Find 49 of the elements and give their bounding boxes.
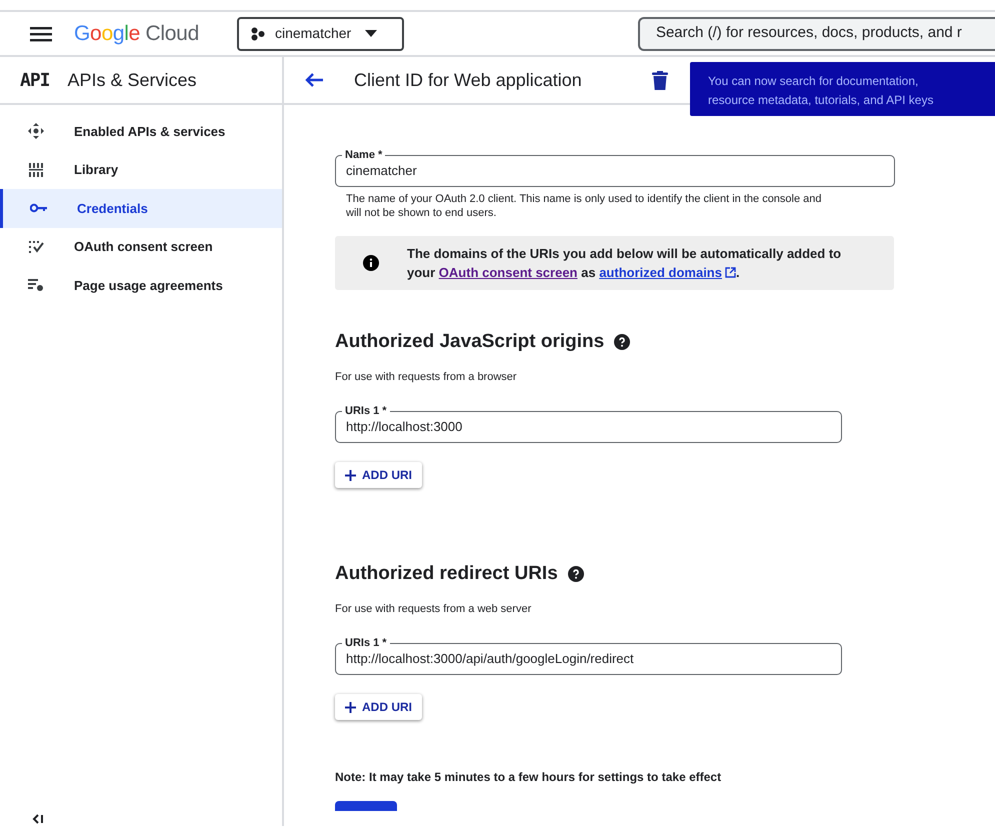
- sidebar-item[interactable]: Credentials: [0, 189, 282, 228]
- page-title: Client ID for Web application: [354, 68, 582, 92]
- field-value: http://localhost:3000: [346, 418, 464, 436]
- link[interactable]: OAuth consent screen: [438, 265, 578, 280]
- collapse-icon[interactable]: [32, 814, 44, 824]
- plus-icon: [345, 702, 356, 712]
- field-label: URIs 1 *: [344, 404, 388, 418]
- delete-icon[interactable]: [652, 70, 668, 90]
- sidebar-item[interactable]: Page usage agreements: [0, 266, 282, 304]
- field-value: cinematcher: [346, 162, 418, 180]
- field-label: Name *: [344, 148, 384, 162]
- external-link-icon: [724, 267, 736, 278]
- sidebar-item[interactable]: Library: [0, 150, 282, 189]
- info-text: The domains of the URIs you add below will be automatically added to your OAuth consent screen as authorized domains .: [407, 245, 842, 282]
- library-icon: [28, 162, 44, 178]
- project-picker[interactable]: cinematcher: [236, 16, 404, 50]
- note-text: Note: It may take 5 minutes to a few hours for settings to take effect: [335, 769, 722, 786]
- section-title: Authorized redirect URIs: [335, 562, 558, 586]
- section-subtitle: For use with requests from a web server: [335, 602, 532, 616]
- section-title: Authorized JavaScript origins: [335, 330, 604, 354]
- sidebar-item[interactable]: OAuth consent screen: [0, 228, 282, 266]
- link[interactable]: authorized domains: [599, 265, 736, 280]
- dropdown-caret-icon: [365, 30, 378, 37]
- help-icon[interactable]: [614, 334, 630, 350]
- tooltip-text: You can now search for documentation, resource metadata, tutorials, and API keys: [708, 73, 934, 109]
- section-subtitle: For use with requests from a browser: [335, 370, 518, 384]
- info-icon: [363, 255, 379, 271]
- api-label: API: [20, 68, 50, 92]
- add-uri-button[interactable]: ADD URI: [335, 462, 422, 488]
- search-input[interactable]: Search (/) for resources, docs, products, and r: [656, 22, 995, 45]
- text-field[interactable]: URIs 1 * http://localhost:3000/api/auth/googleLogin/redirect: [335, 636, 842, 675]
- logo[interactable]: Google Cloud: [74, 18, 199, 50]
- plus-icon: [345, 470, 356, 480]
- project-icon: [250, 26, 265, 40]
- text-field[interactable]: URIs 1 * http://localhost:3000: [335, 404, 842, 443]
- help-icon[interactable]: [568, 566, 584, 582]
- dotted-check-icon: [28, 238, 44, 255]
- field-value: http://localhost:3000/api/auth/googleLogin/redirect: [346, 650, 635, 668]
- add-uri-button[interactable]: ADD URI: [335, 694, 422, 720]
- key-icon: [30, 203, 48, 214]
- field-hint: The name of your OAuth 2.0 client. This name is only used to identify the client in the console and will not be shown to end users.: [345, 192, 823, 220]
- back-arrow-icon[interactable]: [304, 72, 324, 88]
- sidebar-item[interactable]: Enabled APIs & services: [0, 112, 282, 150]
- menu-icon[interactable]: [30, 26, 52, 42]
- text-field[interactable]: Name * cinematcher: [335, 148, 895, 187]
- sidebar-title: APIs & Services: [68, 68, 197, 92]
- field-label: URIs 1 *: [344, 636, 388, 650]
- diamond-dots-icon: [27, 122, 45, 140]
- search-field[interactable]: Search (/) for resources, docs, products, and r: [638, 16, 995, 50]
